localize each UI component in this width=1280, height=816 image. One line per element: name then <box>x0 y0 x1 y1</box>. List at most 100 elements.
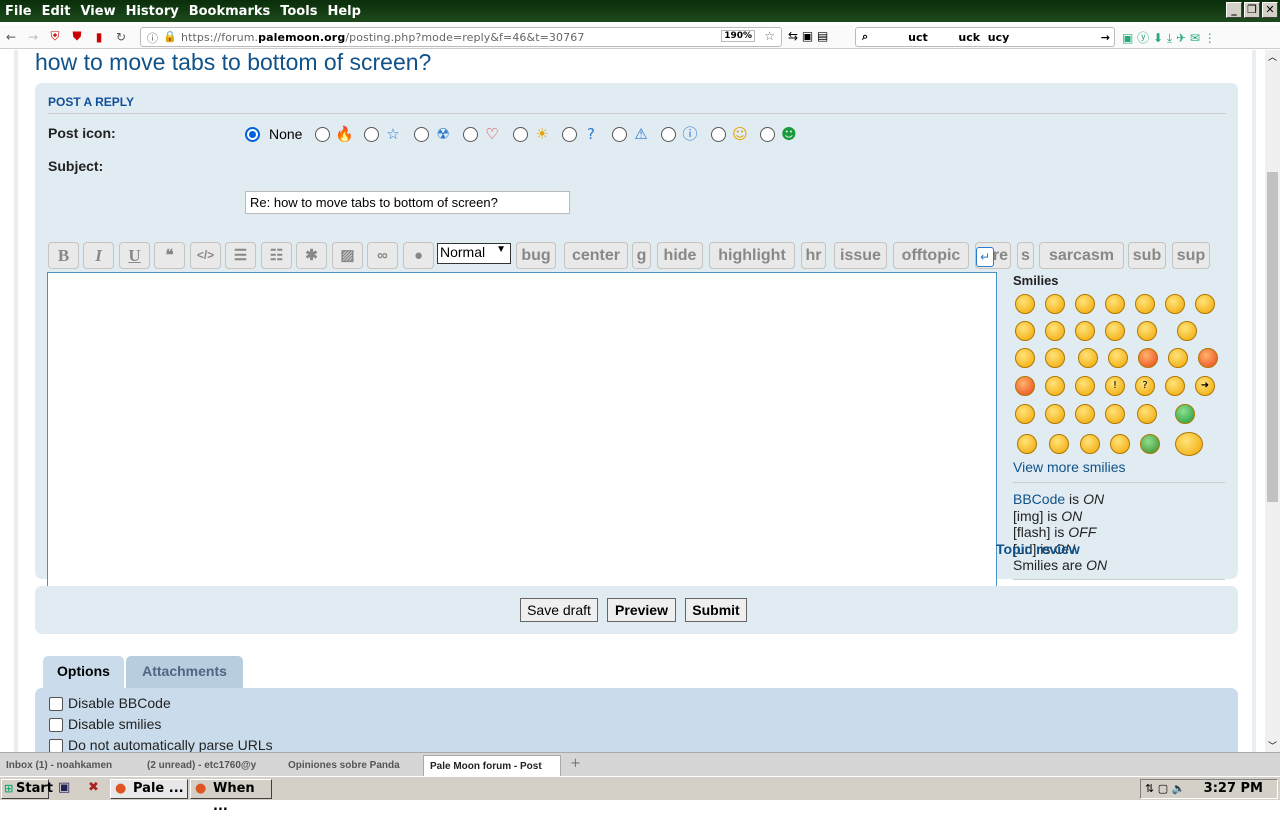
smiley-icon[interactable] <box>1045 321 1065 341</box>
bbcode-bug-button[interactable]: bug <box>516 242 556 269</box>
vertical-scrollbar[interactable]: ︿ ﹀ <box>1265 50 1280 752</box>
bold-button[interactable]: B <box>48 242 79 269</box>
info-icon[interactable]: ⓘ <box>147 30 158 46</box>
bbcode-sarcasm-button[interactable]: sarcasm <box>1039 242 1124 269</box>
smiley-icon[interactable] <box>1138 348 1158 368</box>
bbcode-g-button[interactable]: g <box>632 242 651 269</box>
post-icon-radio-6[interactable] <box>562 127 577 142</box>
smiley-icon[interactable] <box>1015 376 1035 396</box>
bbcode-link[interactable]: BBCode <box>1013 491 1065 507</box>
menu-edit[interactable]: Edit <box>37 4 76 19</box>
quicklaunch-icon[interactable]: ▣ <box>58 780 70 795</box>
bbcode-sub-button[interactable]: sub <box>1128 242 1166 269</box>
smiley-icon[interactable] <box>1177 321 1197 341</box>
arrow-icon[interactable]: ➜ <box>1195 376 1215 396</box>
browser-tab[interactable]: Inbox (1) - noahkamen <box>0 755 138 776</box>
bbcode-issue-button[interactable]: issue <box>834 242 887 269</box>
taskbar-item[interactable]: ● Pale ... <box>110 779 188 799</box>
smiley-icon[interactable] <box>1015 348 1035 368</box>
post-icon-radio-3[interactable] <box>414 127 429 142</box>
post-icon-radio-4[interactable] <box>463 127 478 142</box>
font-size-select[interactable]: Normal ▼ <box>437 243 511 264</box>
post-icon-radio-9[interactable] <box>711 127 726 142</box>
topic-title[interactable]: how to move tabs to bottom of screen? <box>35 50 431 76</box>
link-icon[interactable]: ∞ <box>367 242 398 269</box>
disable-bbcode-checkbox[interactable] <box>49 697 63 711</box>
submit-button[interactable]: Submit <box>685 598 747 622</box>
code-icon[interactable]: </> <box>190 242 221 269</box>
disable-smilies-checkbox[interactable] <box>49 718 63 732</box>
smiley-icon[interactable] <box>1017 434 1037 454</box>
numbered-list-icon[interactable]: ☷ <box>261 242 292 269</box>
extension-icons[interactable]: ▣ ⓨ ⬇ ⤓ ✈ ✉ ⋮ <box>1122 29 1216 46</box>
smiley-icon[interactable] <box>1015 294 1035 314</box>
addon-icon[interactable]: ▮ <box>88 30 110 44</box>
no-parse-urls-checkbox[interactable] <box>49 739 63 752</box>
smiley-icon[interactable] <box>1015 404 1035 424</box>
tab-attachments[interactable]: Attachments <box>126 656 243 689</box>
smiley-icon[interactable] <box>1080 434 1100 454</box>
message-textarea[interactable] <box>47 272 997 602</box>
smiley-icon[interactable] <box>1175 432 1203 456</box>
view-more-smilies-link[interactable]: View more smilies <box>1013 459 1126 475</box>
bbcode-highlight-button[interactable]: highlight <box>709 242 795 269</box>
smiley-icon[interactable] <box>1165 294 1185 314</box>
smiley-icon[interactable] <box>1049 434 1069 454</box>
reload-icon[interactable]: ↻ <box>110 30 132 44</box>
save-draft-button[interactable]: Save draft <box>520 598 598 622</box>
list-icon[interactable]: ☰ <box>225 242 256 269</box>
back-icon[interactable]: ← <box>0 30 22 44</box>
smiley-icon[interactable] <box>1137 404 1157 424</box>
forward-icon[interactable]: → <box>22 30 44 44</box>
toolbar-icons[interactable]: ⇆ ▣ ▤ <box>788 29 828 43</box>
tray-icons[interactable]: ⇅ ▢ 🔈 <box>1145 780 1185 798</box>
smiley-icon[interactable] <box>1075 376 1095 396</box>
menu-file[interactable]: File <box>0 4 37 19</box>
list-item-icon[interactable]: ✱ <box>296 242 327 269</box>
topic-review-link[interactable]: Topic review <box>996 541 1080 557</box>
scroll-up-icon[interactable]: ︿ <box>1268 50 1277 63</box>
smiley-icon[interactable] <box>1110 434 1130 454</box>
image-icon[interactable]: ▨ <box>332 242 363 269</box>
start-button[interactable]: ⊞ Start <box>1 779 53 799</box>
post-icon-radio-8[interactable] <box>661 127 676 142</box>
close-button[interactable]: ✕ <box>1262 2 1278 18</box>
bbcode-sup-button[interactable]: sup <box>1172 242 1210 269</box>
post-icon-radio-10[interactable] <box>760 127 775 142</box>
search-input[interactable]: ⌕ uct uck ucy → <box>855 27 1115 47</box>
smiley-icon[interactable] <box>1140 434 1160 454</box>
bbcode-center-button[interactable]: center <box>564 242 628 269</box>
post-icon-radio-2[interactable] <box>364 127 379 142</box>
star-icon[interactable]: ☆ <box>764 29 775 43</box>
menu-help[interactable]: Help <box>322 4 365 19</box>
color-drop-icon[interactable]: ● <box>403 242 434 269</box>
underline-button[interactable]: U <box>119 242 150 269</box>
post-icon-radio-5[interactable] <box>513 127 528 142</box>
smiley-icon[interactable] <box>1075 294 1095 314</box>
scroll-down-icon[interactable]: ﹀ <box>1268 739 1277 752</box>
minimize-button[interactable]: _ <box>1226 2 1242 18</box>
smiley-icon[interactable] <box>1168 348 1188 368</box>
preview-button[interactable]: Preview <box>607 598 676 622</box>
search-go-icon[interactable]: → <box>1101 31 1110 44</box>
smiley-icon[interactable] <box>1175 404 1195 424</box>
smiley-icon[interactable] <box>1078 348 1098 368</box>
smiley-icon[interactable] <box>1108 348 1128 368</box>
ublock-icon[interactable]: ⛊ <box>66 29 88 44</box>
shield-icon[interactable]: ⛨ <box>44 29 66 44</box>
smiley-icon[interactable] <box>1105 294 1125 314</box>
new-tab-icon[interactable]: + <box>570 756 581 771</box>
menu-history[interactable]: History <box>121 4 184 19</box>
taskbar-item[interactable]: ● When ... <box>190 779 272 814</box>
tab-options[interactable]: Options <box>43 656 124 689</box>
smiley-icon[interactable] <box>1015 321 1035 341</box>
zoom-indicator[interactable]: 190% <box>721 30 755 42</box>
subject-input[interactable]: Re: how to move tabs to bottom of screen… <box>245 191 570 214</box>
smiley-icon[interactable] <box>1075 321 1095 341</box>
smiley-icon[interactable] <box>1045 348 1065 368</box>
url-bar[interactable]: ⓘ 🔒 https://forum.palemoon.org/posting.p… <box>140 27 782 47</box>
bbcode-s-button[interactable]: s <box>1017 242 1034 269</box>
smiley-icon[interactable] <box>1198 348 1218 368</box>
smiley-icon[interactable] <box>1045 294 1065 314</box>
question-smiley-icon[interactable]: ? <box>1135 376 1155 396</box>
